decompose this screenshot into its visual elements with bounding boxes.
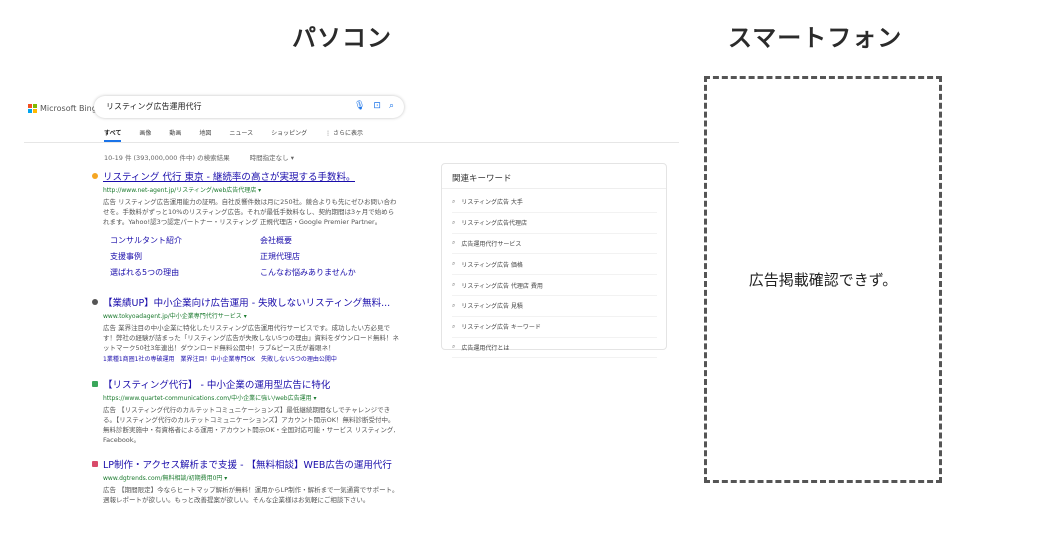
related-keyword-label: リスティング広告代理店 <box>461 220 528 228</box>
microphone-icon[interactable]: 🎙 <box>354 101 365 111</box>
tab-maps[interactable]: 地図 <box>199 128 211 142</box>
related-keyword[interactable]: ⌕ リスティング広告 価格 <box>452 254 657 276</box>
related-keyword[interactable]: ⌕ リスティング広告 キーワード <box>452 317 657 338</box>
tab-all[interactable]: すべて <box>104 128 122 142</box>
search-icon: ⌕ <box>452 239 456 247</box>
result-title[interactable]: 【業績UP】中小企業向け広告運用 - 失敗しないリスティング無料... <box>103 295 390 309</box>
logo-text: Microsoft Bing <box>40 104 97 113</box>
related-keywords-panel: 関連キーワード ⌕ リスティング広告 大手 ⌕ リスティング広告代理店 ⌕ 広告運用代… <box>441 163 667 359</box>
related-keyword-label: リスティング広告 価格 <box>461 261 523 269</box>
related-keyword-label: 広告運用代行サービス <box>461 240 522 248</box>
result-title[interactable]: リスティング 代行 東京 - 継続率の高さが実現する手数料。 <box>103 169 355 183</box>
result-title[interactable]: 【リスティング代行】 - 中小企業の運用型広告に特化 <box>103 377 330 391</box>
pc-search-results-screenshot: Microsoft Bing リスティング広告運用代行 🎙 ⊡ ⌕ すべて 画像… <box>24 92 684 508</box>
time-filter[interactable]: 時間指定なし ▾ <box>250 154 294 162</box>
result-description: 広告 【期間限定】今ならヒートマップ解析が無料！運用からLP制作・解析まで一気通… <box>103 486 399 504</box>
result-title[interactable]: LP制作・アクセス解析まで支援 - 【無料相談】WEB広告の運用代行 <box>103 457 392 471</box>
search-icon: ⌕ <box>452 260 456 268</box>
related-keyword[interactable]: ⌕ リスティング広告 大手 <box>452 192 657 213</box>
result-meta: 10-19 件 (393,000,000 件中) の検索結果 時間指定なし ▾ <box>104 152 312 162</box>
search-result: リスティング 代行 東京 - 継続率の高さが実現する手数料。 http://ww… <box>92 169 400 278</box>
search-icon: ⌕ <box>452 322 456 330</box>
search-icon: ⌕ <box>452 343 456 351</box>
globe-icon <box>92 299 98 305</box>
related-keyword-label: リスティング広告 代理店 費用 <box>461 282 543 290</box>
related-keyword-label: リスティング広告 見積 <box>461 303 523 311</box>
result-url[interactable]: http://www.net-agent.jp/リスティング/web広告代理店 … <box>103 185 400 194</box>
tab-videos[interactable]: 動画 <box>169 128 181 142</box>
search-query: リスティング広告運用代行 <box>106 102 202 111</box>
favicon-icon <box>92 461 98 467</box>
related-title: 関連キーワード <box>452 174 512 184</box>
tab-more[interactable]: ⋮ さらに表示 <box>325 128 363 142</box>
search-icon: ⌕ <box>452 218 456 226</box>
related-keyword-label: リスティング広告 大手 <box>461 199 523 207</box>
related-keyword-label: リスティング広告 キーワード <box>461 324 541 332</box>
sitelink[interactable]: こんなお悩みありませんか <box>260 267 410 278</box>
search-tabs: すべて 画像 動画 地図 ニュース ショッピング ⋮ さらに表示 <box>104 128 363 142</box>
tab-images[interactable]: 画像 <box>139 128 151 142</box>
result-url[interactable]: www.tokyoadagent.jp/中小企業専門代行サービス ▾ <box>103 311 400 320</box>
sitelink[interactable]: 正規代理店 <box>260 251 410 262</box>
divider <box>442 188 666 189</box>
search-icon: ⌕ <box>452 197 456 205</box>
result-url[interactable]: https://www.quartet-communications.com/中… <box>103 393 400 402</box>
search-icon: ⌕ <box>452 301 456 309</box>
microsoft-logo-icon <box>28 104 37 113</box>
search-result: 【業績UP】中小企業向け広告運用 - 失敗しないリスティング無料... www.… <box>92 295 400 363</box>
related-keyword[interactable]: ⌕ リスティング広告 見積 <box>452 296 657 317</box>
visual-search-icon[interactable]: ⊡ <box>373 101 381 111</box>
result-description: 広告 リスティング広告運用能力の証明。自社反響件数は月に250社。競合よりも先に… <box>103 198 397 226</box>
related-keyword[interactable]: ⌕ 広告運用代行サービス <box>452 234 657 255</box>
result-count: 10-19 件 (393,000,000 件中) の検索結果 <box>104 154 230 162</box>
related-keyword-label: 広告運用代行とは <box>461 344 510 352</box>
smartphone-message: 広告掲載確認できず。 <box>748 271 898 289</box>
favicon-icon <box>92 381 98 387</box>
related-keyword[interactable]: ⌕ リスティング広告代理店 <box>452 213 657 234</box>
smartphone-placeholder-box: 広告掲載確認できず。 <box>704 76 942 483</box>
search-result: 【リスティング代行】 - 中小企業の運用型広告に特化 https://www.q… <box>92 377 400 445</box>
sitelink[interactable]: 支援事例 <box>110 251 260 262</box>
result-description: 広告 業界注目の中小企業に特化したリスティング広告運用代行サービスです。成功した… <box>103 324 399 352</box>
related-keyword[interactable]: ⌕ 広告運用代行とは <box>452 338 657 359</box>
smartphone-section-title: スマートフォン <box>728 24 903 52</box>
tab-shopping[interactable]: ショッピング <box>271 128 307 142</box>
search-icon[interactable]: ⌕ <box>389 101 394 111</box>
pc-section-title: パソコン <box>292 24 392 52</box>
related-keyword[interactable]: ⌕ リスティング広告 代理店 費用 <box>452 275 657 296</box>
search-result: LP制作・アクセス解析まで支援 - 【無料相談】WEB広告の運用代行 www.d… <box>92 457 400 505</box>
divider <box>24 142 679 143</box>
sitelinks: コンサルタント紹介 会社概要 支援事例 正規代理店 選ばれる5つの理由 こんなお… <box>110 235 400 278</box>
search-input[interactable]: リスティング広告運用代行 🎙 ⊡ ⌕ <box>94 96 404 118</box>
search-icon: ⌕ <box>452 281 456 289</box>
tab-news[interactable]: ニュース <box>229 128 253 142</box>
result-extra-links[interactable]: 1業種1商圏1社の専破運用 業界注目！中小企業専門OK 失敗しない5つの理由公開… <box>103 354 400 363</box>
result-url[interactable]: www.dgtrends.com/無料相談/初期費用0円 ▾ <box>103 473 400 482</box>
sitelink[interactable]: コンサルタント紹介 <box>110 235 260 246</box>
sitelink[interactable]: 選ばれる5つの理由 <box>110 267 260 278</box>
bing-logo[interactable]: Microsoft Bing <box>28 104 97 113</box>
favicon-icon <box>92 173 98 179</box>
sitelink[interactable]: 会社概要 <box>260 235 410 246</box>
result-description: 広告 【リスティング代行のカルテットコミュニケーションズ】最低継続期間なしでチャ… <box>103 406 396 444</box>
